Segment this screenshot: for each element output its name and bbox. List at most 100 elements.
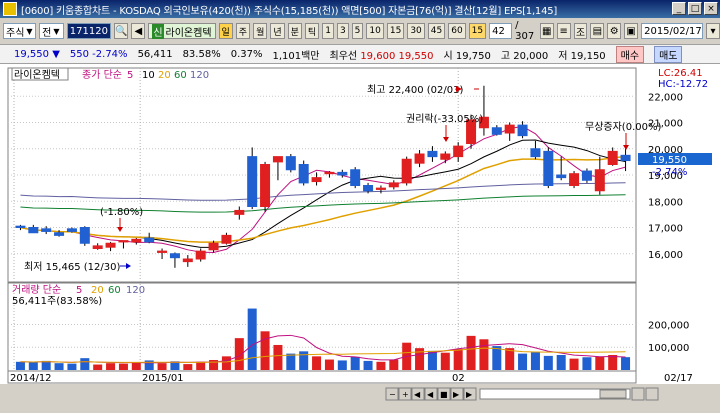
date-input[interactable]: 2015/02/17 <box>641 23 704 39</box>
candle-body <box>28 227 39 234</box>
interval-30[interactable]: 30 <box>407 23 425 39</box>
interval-10[interactable]: 10 <box>366 23 384 39</box>
list-icon[interactable]: ≡ <box>556 23 571 39</box>
refresh-button[interactable] <box>645 387 659 401</box>
annotation-bonus: 무상증자(0.00%) <box>585 121 661 133</box>
turnover-rate: 0.37% <box>230 48 263 60</box>
scope-select[interactable]: 전 ▼ <box>39 23 64 39</box>
candle-body <box>118 240 129 243</box>
candle-body <box>15 225 26 228</box>
buy-button[interactable]: 매수 <box>615 45 645 63</box>
window-title: [0600] 키움종합차트 - KOSDAQ 외국인보유(420(천)) 주식수… <box>21 5 558 17</box>
candle-body <box>504 124 515 134</box>
stock-name-field[interactable]: 신 라이온켐텍 <box>148 23 216 39</box>
period-tick[interactable]: 틱 <box>304 23 320 39</box>
volume-bar <box>440 352 450 370</box>
stock-name: 라이온켐텍 <box>165 27 212 39</box>
volume-bar <box>505 348 515 370</box>
volume-legend-ma-60: 60 <box>108 285 121 296</box>
search-icon[interactable]: 🔍 <box>113 23 129 39</box>
best-ask-label: 최우선 <box>329 50 358 62</box>
candle-body <box>79 227 90 244</box>
count-input[interactable]: 42 <box>489 23 513 39</box>
period-year[interactable]: 년 <box>270 23 285 39</box>
stock-code-value: 171120 <box>69 25 108 37</box>
low-price: 저 19,150 <box>558 47 605 62</box>
price-change: 550 -2.74% <box>70 49 128 60</box>
period-minute[interactable]: 분 <box>287 23 302 39</box>
candle-body <box>247 156 258 207</box>
candle-body <box>144 237 155 243</box>
annotation-high: 최고 22,400 (02/03) <box>367 84 463 96</box>
high-value: 20,000 <box>513 50 549 62</box>
volume-bar <box>608 354 618 370</box>
market-select[interactable]: 주식 ▼ <box>3 23 37 39</box>
calendar-icon[interactable]: ▾ <box>706 23 720 39</box>
interval-15[interactable]: 15 <box>386 23 405 39</box>
grid-icon[interactable]: ▦ <box>539 23 554 39</box>
volume-bar <box>118 363 128 370</box>
chart-area[interactable]: 라이온켐텍 종가 단순 5 10 20 60 120 LC:26.41 HC:-… <box>0 64 720 410</box>
candle-body <box>620 154 631 162</box>
view-toggle[interactable]: 조 <box>573 23 588 39</box>
scroll-thumb[interactable] <box>599 389 627 399</box>
lc-label: LC:26.41 <box>658 68 703 79</box>
interval-5[interactable]: 5 <box>351 23 364 39</box>
annotation-rights: 권리락(-33.05%) <box>406 113 483 125</box>
interval-3[interactable]: 3 <box>336 23 349 39</box>
candle-body <box>401 158 412 184</box>
interval-select[interactable]: 15 <box>468 23 487 39</box>
volume-bar <box>67 363 77 370</box>
interval-45[interactable]: 45 <box>427 23 446 39</box>
settings-icon[interactable]: ⚙ <box>607 23 622 39</box>
settings-button[interactable] <box>631 387 645 401</box>
scope-select-value: 전 <box>42 27 52 39</box>
period-week[interactable]: 주 <box>235 23 251 39</box>
x-label-02: 02 <box>452 373 465 384</box>
candle-body <box>54 232 65 236</box>
legend-ma-10: 10 <box>142 70 155 81</box>
candle-body <box>105 242 116 248</box>
interval-60[interactable]: 60 <box>448 23 466 39</box>
volume-bar <box>312 356 322 370</box>
minimize-button[interactable]: _ <box>672 2 686 15</box>
volume-bar <box>157 363 167 370</box>
period-day[interactable]: 일 <box>218 23 233 39</box>
x-axis <box>7 370 637 384</box>
best-ask-price: 19,600 <box>360 50 396 62</box>
candle-body <box>594 169 605 192</box>
speaker-icon[interactable]: ◀ <box>131 23 146 39</box>
volume-bar <box>41 360 51 370</box>
y-tick-label: 22,000 <box>648 92 683 103</box>
stock-code-input[interactable]: 171120 <box>66 23 111 39</box>
x-label-2014-12: 2014/12 <box>10 373 52 384</box>
high-label: 고 <box>500 50 511 62</box>
legend-ma-60: 60 <box>174 70 187 81</box>
legend-ma-label: 종가 단순 <box>82 69 122 81</box>
chart-icon[interactable]: ▤ <box>590 23 605 39</box>
volume-ratio: 83.58% <box>182 48 221 60</box>
volume-value: 56,411 <box>137 48 173 60</box>
change-pct: -2.74% <box>92 48 128 60</box>
y-tick-label: 16,000 <box>648 250 683 261</box>
legend-ma-5: 5 <box>127 70 133 81</box>
stock-chart[interactable]: 라이온켐텍 종가 단순 5 10 20 60 120 LC:26.41 HC:-… <box>0 64 720 410</box>
candle-body <box>337 171 348 176</box>
sell-button[interactable]: 매도 <box>654 45 683 63</box>
interval-1[interactable]: 1 <box>322 23 334 39</box>
close-button[interactable]: × <box>704 2 718 15</box>
volume-legend-ma-120: 120 <box>126 285 145 296</box>
hc-label: HC:-12.72 <box>658 79 708 90</box>
volume-bar <box>28 362 38 370</box>
candle-body <box>324 171 335 175</box>
volume-bar <box>389 359 399 370</box>
candle-body <box>530 148 541 158</box>
candle-body <box>311 177 322 183</box>
volume-bar <box>106 363 116 370</box>
save-icon[interactable]: ▣ <box>624 23 639 39</box>
maximize-button[interactable]: □ <box>688 2 702 15</box>
candle-body <box>388 182 399 188</box>
x-label-2015-01: 2015/01 <box>142 373 184 384</box>
period-month[interactable]: 월 <box>253 23 268 39</box>
trade-amount: 1,101백만 <box>272 50 320 62</box>
